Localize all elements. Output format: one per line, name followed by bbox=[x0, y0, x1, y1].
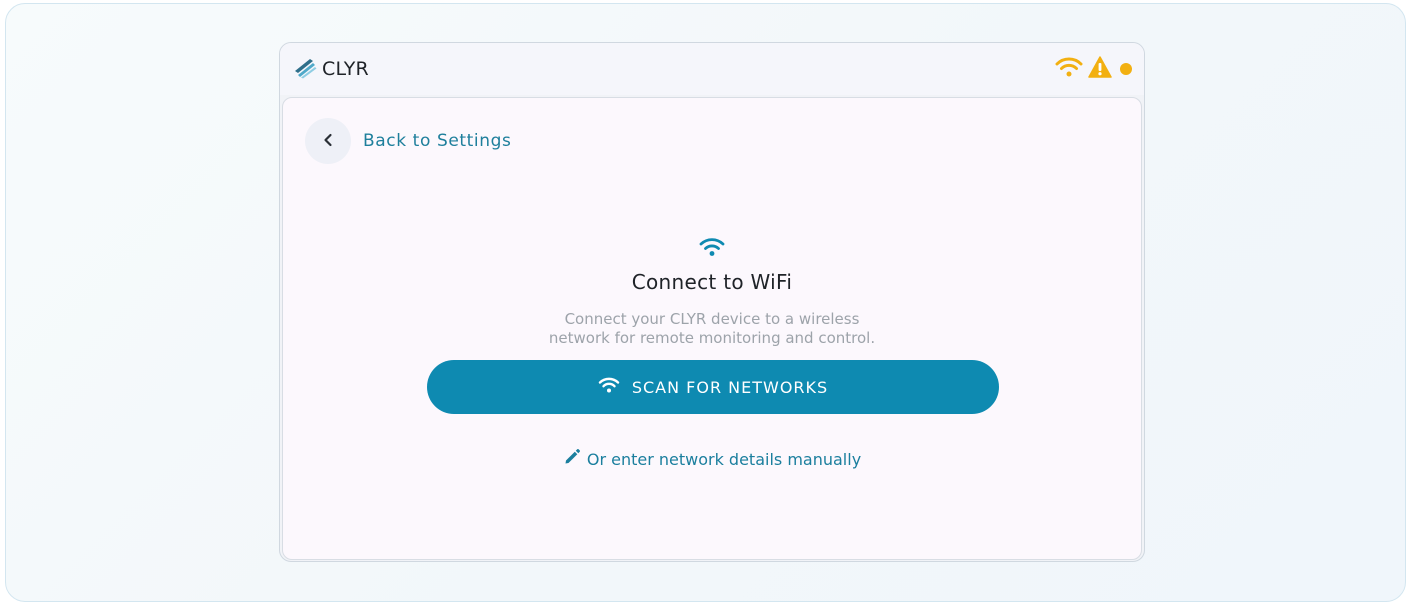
page-frame: CLYR Back to Settings Connect to WiFi Co… bbox=[5, 3, 1406, 602]
connect-wifi-title: Connect to WiFi bbox=[631, 270, 793, 294]
description-line-1: Connect your CLYR device to a wireless bbox=[564, 310, 860, 328]
pencil-icon bbox=[563, 448, 581, 470]
device-screen: CLYR Back to Settings Connect to WiFi Co… bbox=[279, 42, 1145, 562]
status-dot bbox=[1120, 63, 1132, 75]
top-bar: CLYR bbox=[280, 43, 1144, 95]
chevron-left-icon bbox=[322, 132, 334, 151]
manual-entry-link[interactable]: Or enter network details manually bbox=[283, 448, 1141, 470]
scan-for-networks-button[interactable]: SCAN FOR NETWORKS bbox=[427, 360, 999, 414]
scan-button-label[interactable]: SCAN FOR NETWORKS bbox=[632, 378, 828, 397]
brand-name: CLYR bbox=[322, 58, 369, 80]
description-line-2: network for remote monitoring and contro… bbox=[548, 329, 876, 347]
connect-wifi-description: Connect your CLYR device to a wireless n… bbox=[283, 310, 1141, 348]
wifi-settings-panel: Back to Settings Connect to WiFi Connect… bbox=[282, 97, 1142, 560]
back-to-settings-label[interactable]: Back to Settings bbox=[363, 131, 511, 151]
wifi-hero bbox=[283, 236, 1141, 260]
wifi-icon bbox=[598, 376, 620, 398]
clyr-logo-icon bbox=[292, 55, 318, 83]
back-button-circle[interactable] bbox=[305, 118, 351, 164]
manual-entry-label[interactable]: Or enter network details manually bbox=[587, 450, 861, 469]
warning-icon[interactable] bbox=[1088, 56, 1112, 82]
status-indicators bbox=[1055, 56, 1132, 82]
brand: CLYR bbox=[292, 56, 369, 82]
back-to-settings-button[interactable]: Back to Settings bbox=[305, 118, 511, 164]
wifi-icon bbox=[698, 236, 726, 260]
wifi-icon[interactable] bbox=[1055, 56, 1083, 82]
